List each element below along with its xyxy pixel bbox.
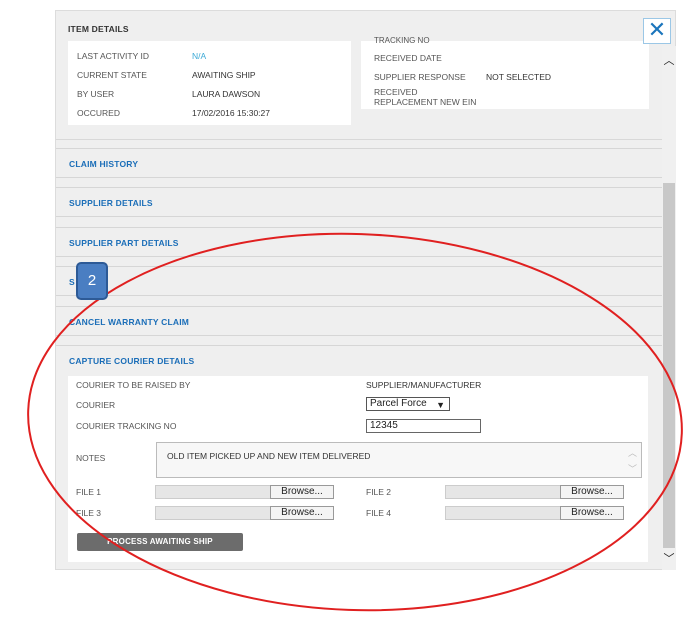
by-user-value: LAURA DAWSON bbox=[192, 89, 261, 99]
divider bbox=[56, 139, 662, 140]
section-supplier-details[interactable]: SUPPLIER DETAILS bbox=[56, 187, 662, 217]
occured-value: 17/02/2016 15:30:27 bbox=[192, 108, 270, 118]
section-title: S bbox=[69, 277, 75, 287]
current-state-value: AWAITING SHIP bbox=[192, 70, 256, 80]
section-supplier-part-details[interactable]: SUPPLIER PART DETAILS bbox=[56, 227, 662, 257]
file1-label: FILE 1 bbox=[76, 487, 102, 497]
supplier-response-label: SUPPLIER RESPONSE bbox=[374, 72, 466, 82]
file2-browse-button[interactable]: Browse... bbox=[560, 485, 624, 499]
replacement-new-ein-label: REPLACEMENT NEW EIN bbox=[374, 97, 477, 107]
section-title: CLAIM HISTORY bbox=[69, 159, 139, 169]
chevron-down-icon: ▼ bbox=[436, 400, 445, 410]
section-capture-courier-details: CAPTURE COURIER DETAILS COURIER TO BE RA… bbox=[56, 345, 662, 569]
chevron-down-icon[interactable]: ﹀ bbox=[628, 462, 637, 475]
chevron-down-icon[interactable]: ﹀ bbox=[662, 550, 676, 566]
capture-form: COURIER TO BE RAISED BY SUPPLIER/MANUFAC… bbox=[68, 376, 648, 562]
process-awaiting-ship-button[interactable]: PROCESS AWAITING SHIP bbox=[77, 533, 243, 551]
chevron-up-icon[interactable]: ︿ bbox=[628, 446, 637, 459]
courier-select-value: Parcel Force bbox=[370, 398, 427, 409]
item-details-heading: ITEM DETAILS bbox=[68, 24, 129, 34]
close-icon[interactable]: ✕ bbox=[643, 18, 671, 44]
courier-label: COURIER bbox=[76, 400, 116, 410]
notes-textarea[interactable]: OLD ITEM PICKED UP AND NEW ITEM DELIVERE… bbox=[156, 442, 642, 478]
item-details-left-box: LAST ACTIVITY ID N/A CURRENT STATE AWAIT… bbox=[68, 41, 351, 125]
raised-by-label: COURIER TO BE RAISED BY bbox=[76, 380, 191, 390]
by-user-label: BY USER bbox=[77, 89, 115, 99]
modal-content: ITEM DETAILS LAST ACTIVITY ID N/A CURREN… bbox=[56, 11, 662, 569]
file4-label: FILE 4 bbox=[366, 508, 392, 518]
file4-browse-button[interactable]: Browse... bbox=[560, 506, 624, 520]
last-activity-label: LAST ACTIVITY ID bbox=[77, 51, 149, 61]
scrollbar-thumb[interactable] bbox=[663, 183, 675, 548]
item-modal-panel: ITEM DETAILS LAST ACTIVITY ID N/A CURREN… bbox=[55, 10, 676, 570]
courier-tracking-label: COURIER TRACKING NO bbox=[76, 421, 177, 431]
item-details-right-box: TRACKING NO RECEIVED DATE SUPPLIER RESPO… bbox=[361, 36, 649, 109]
supplier-response-value: NOT SELECTED bbox=[486, 72, 552, 82]
received-label: RECEIVED bbox=[374, 87, 418, 97]
notes-label: NOTES bbox=[76, 453, 106, 463]
file1-input[interactable] bbox=[155, 485, 271, 499]
tracking-no-label: TRACKING NO bbox=[374, 36, 430, 45]
file3-browse-button[interactable]: Browse... bbox=[270, 506, 334, 520]
annotation-callout: 2 bbox=[76, 262, 108, 300]
notes-text: OLD ITEM PICKED UP AND NEW ITEM DELIVERE… bbox=[167, 451, 371, 461]
file2-label: FILE 2 bbox=[366, 487, 392, 497]
chevron-up-icon[interactable]: ︿ bbox=[662, 52, 676, 68]
section-claim-history[interactable]: CLAIM HISTORY bbox=[56, 148, 662, 178]
file4-input[interactable] bbox=[445, 506, 561, 520]
section-title: CANCEL WARRANTY CLAIM bbox=[69, 317, 190, 327]
courier-tracking-input[interactable]: 12345 bbox=[366, 419, 481, 433]
occured-label: OCCURED bbox=[77, 108, 120, 118]
capture-section-title[interactable]: CAPTURE COURIER DETAILS bbox=[69, 356, 194, 366]
file2-input[interactable] bbox=[445, 485, 561, 499]
section-obscured[interactable]: S bbox=[56, 266, 662, 296]
section-title: SUPPLIER PART DETAILS bbox=[69, 238, 179, 248]
section-cancel-warranty-claim[interactable]: CANCEL WARRANTY CLAIM bbox=[56, 306, 662, 336]
received-date-label: RECEIVED DATE bbox=[374, 53, 442, 63]
raised-by-value: SUPPLIER/MANUFACTURER bbox=[366, 380, 482, 390]
courier-select[interactable]: Parcel Force ▼ bbox=[366, 397, 450, 411]
current-state-label: CURRENT STATE bbox=[77, 70, 147, 80]
file3-input[interactable] bbox=[155, 506, 271, 520]
vertical-scrollbar[interactable]: ︿ ﹀ bbox=[662, 46, 676, 570]
file3-label: FILE 3 bbox=[76, 508, 102, 518]
file1-browse-button[interactable]: Browse... bbox=[270, 485, 334, 499]
section-title: SUPPLIER DETAILS bbox=[69, 198, 153, 208]
last-activity-value[interactable]: N/A bbox=[192, 51, 206, 61]
